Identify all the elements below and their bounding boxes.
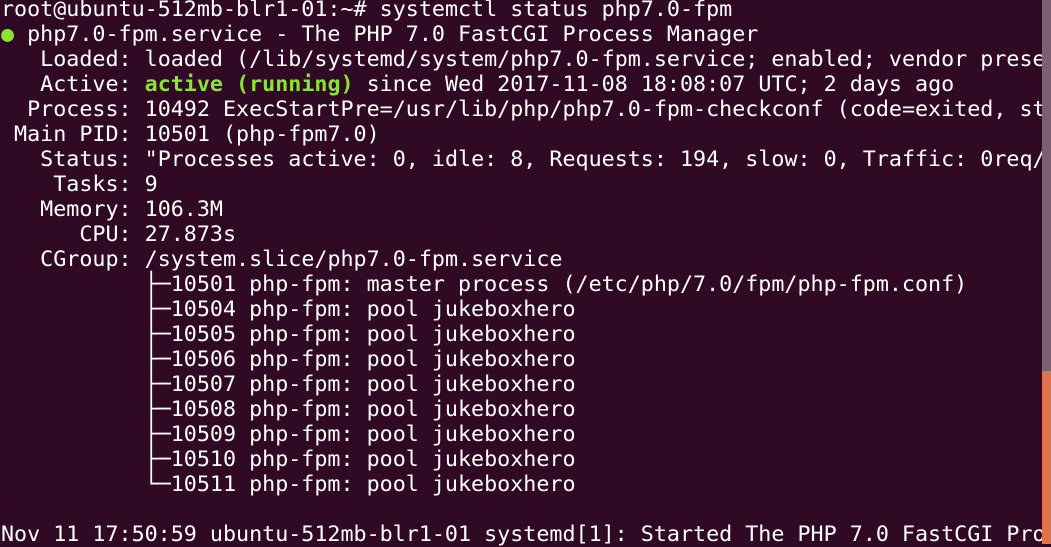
journal-log-line: Nov 11 17:50:59 ubuntu-512mb-blr1-01 sys… <box>1 522 1046 547</box>
prompt: root@ubuntu-512mb-blr1-01:~# <box>1 0 380 22</box>
loaded-label: Loaded: <box>1 47 145 72</box>
memory-value: 106.3M <box>144 197 223 222</box>
loaded-value: loaded (/lib/systemd/system/php7.0-fpm.s… <box>144 47 1046 72</box>
terminal-output[interactable]: root@ubuntu-512mb-blr1-01:~# systemctl s… <box>1 0 1046 547</box>
cgroup-line: CGroup: /system.slice/php7.0-fpm.service <box>1 247 1041 272</box>
cgroup-tree-item: ├─10506 php-fpm: pool jukeboxhero <box>1 347 576 372</box>
status-label: Status: <box>1 147 145 172</box>
service-title-line: ● php7.0-fpm.service - The PHP 7.0 FastC… <box>1 22 1041 47</box>
memory-label: Memory: <box>1 197 145 222</box>
cgroup-tree-item: ├─10508 php-fpm: pool jukeboxhero <box>1 397 576 422</box>
cgroup-tree-item: └─10511 php-fpm: pool jukeboxhero <box>1 472 576 497</box>
memory-line: Memory: 106.3M <box>1 197 1041 222</box>
cgroup-tree-item: ├─10507 php-fpm: pool jukeboxhero <box>1 372 576 397</box>
process-label: Process: <box>1 97 145 122</box>
cgroup-tree-item: ├─10510 php-fpm: pool jukeboxhero <box>1 447 576 472</box>
mainpid-label: Main PID: <box>1 122 145 147</box>
tasks-label: Tasks: <box>1 172 145 197</box>
cgroup-tree-item: ├─10509 php-fpm: pool jukeboxhero <box>1 422 576 447</box>
cgroup-label: CGroup: <box>1 247 145 272</box>
loaded-line: Loaded: loaded (/lib/systemd/system/php7… <box>1 47 1045 72</box>
status-line: Status: "Processes active: 0, idle: 8, R… <box>1 147 1045 172</box>
cpu-value: 27.873s <box>144 222 237 247</box>
status-value: "Processes active: 0, idle: 8, Requests:… <box>144 147 1046 172</box>
cpu-label: CPU: <box>1 222 145 247</box>
mainpid-value: 10501 (php-fpm7.0) <box>144 122 380 147</box>
active-line: Active: active (running) since Wed 2017-… <box>1 72 1041 97</box>
cgroup-tree-item: ├─10504 php-fpm: pool jukeboxhero <box>1 297 576 322</box>
process-value: 10492 ExecStartPre=/usr/lib/php/php7.0-f… <box>144 97 1046 122</box>
service-title: php7.0-fpm.service - The PHP 7.0 FastCGI… <box>14 22 759 47</box>
active-since: since Wed 2017-11-08 18:08:07 UTC; 2 day… <box>353 72 955 97</box>
cpu-line: CPU: 27.873s <box>1 222 1041 247</box>
active-label: Active: <box>1 72 145 97</box>
command: systemctl status php7.0-fpm <box>379 0 733 22</box>
active-state: active (running) <box>144 72 354 97</box>
cgroup-tree-item: ├─10505 php-fpm: pool jukeboxhero <box>1 322 576 347</box>
scrollbar-thumb[interactable] <box>1042 371 1051 544</box>
cgroup-value: /system.slice/php7.0-fpm.service <box>144 247 563 272</box>
tasks-value: 9 <box>144 172 158 197</box>
command-line: root@ubuntu-512mb-blr1-01:~# systemctl s… <box>1 0 1041 22</box>
tasks-line: Tasks: 9 <box>1 172 1041 197</box>
status-dot-icon: ● <box>1 22 15 47</box>
cgroup-tree-item: ├─10501 php-fpm: master process (/etc/ph… <box>1 272 968 297</box>
mainpid-line: Main PID: 10501 (php-fpm7.0) <box>1 122 1041 147</box>
scrollbar[interactable] <box>1042 0 1051 544</box>
process-line: Process: 10492 ExecStartPre=/usr/lib/php… <box>1 97 1045 122</box>
